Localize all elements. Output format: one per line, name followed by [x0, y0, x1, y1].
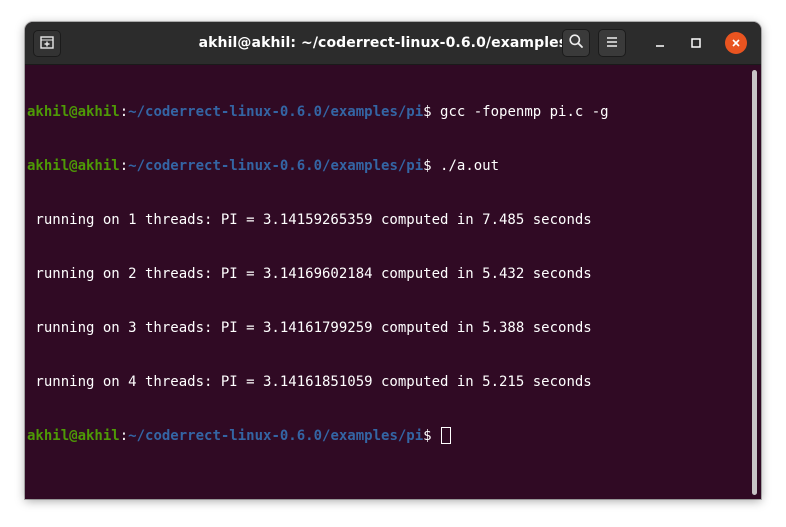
search-icon [568, 33, 584, 53]
output-line: running on 3 threads: PI = 3.14161799259… [27, 320, 592, 336]
command-text: gcc -fopenmp pi.c -g [440, 104, 609, 120]
prompt-line-1: akhil@akhil:~/coderrect-linux-0.6.0/exam… [27, 104, 609, 120]
prompt-path: ~/coderrect-linux-0.6.0/examples/pi [128, 428, 424, 444]
hamburger-menu-icon [605, 34, 619, 53]
prompt-path: ~/coderrect-linux-0.6.0/examples/pi [128, 158, 424, 174]
terminal-output[interactable]: akhil@akhil:~/coderrect-linux-0.6.0/exam… [25, 65, 761, 499]
minimize-button[interactable] [649, 32, 671, 54]
output-line: running on 1 threads: PI = 3.14159265359… [27, 212, 592, 228]
close-button[interactable] [725, 32, 747, 54]
prompt-line-2: akhil@akhil:~/coderrect-linux-0.6.0/exam… [27, 158, 500, 174]
minimize-icon [654, 34, 666, 53]
output-line: running on 2 threads: PI = 3.14169602184… [27, 266, 592, 282]
header-bar: akhil@akhil: ~/coderrect-linux-0.6.0/exa… [25, 22, 761, 65]
prompt-user-host: akhil@akhil [27, 158, 120, 174]
command-text: ./a.out [440, 158, 500, 174]
prompt-line-3: akhil@akhil:~/coderrect-linux-0.6.0/exam… [27, 427, 761, 445]
output-line: running on 4 threads: PI = 3.14161851059… [27, 374, 592, 390]
text-cursor [441, 427, 452, 444]
terminal-window: akhil@akhil: ~/coderrect-linux-0.6.0/exa… [25, 22, 761, 499]
menu-button[interactable] [598, 29, 626, 57]
prompt-user-host: akhil@akhil [27, 428, 120, 444]
scrollbar[interactable] [752, 70, 757, 495]
prompt-path: ~/coderrect-linux-0.6.0/examples/pi [128, 104, 424, 120]
close-icon [730, 34, 742, 53]
maximize-button[interactable] [685, 32, 707, 54]
maximize-icon [690, 34, 702, 53]
prompt-user-host: akhil@akhil [27, 104, 120, 120]
search-button[interactable] [562, 29, 590, 57]
